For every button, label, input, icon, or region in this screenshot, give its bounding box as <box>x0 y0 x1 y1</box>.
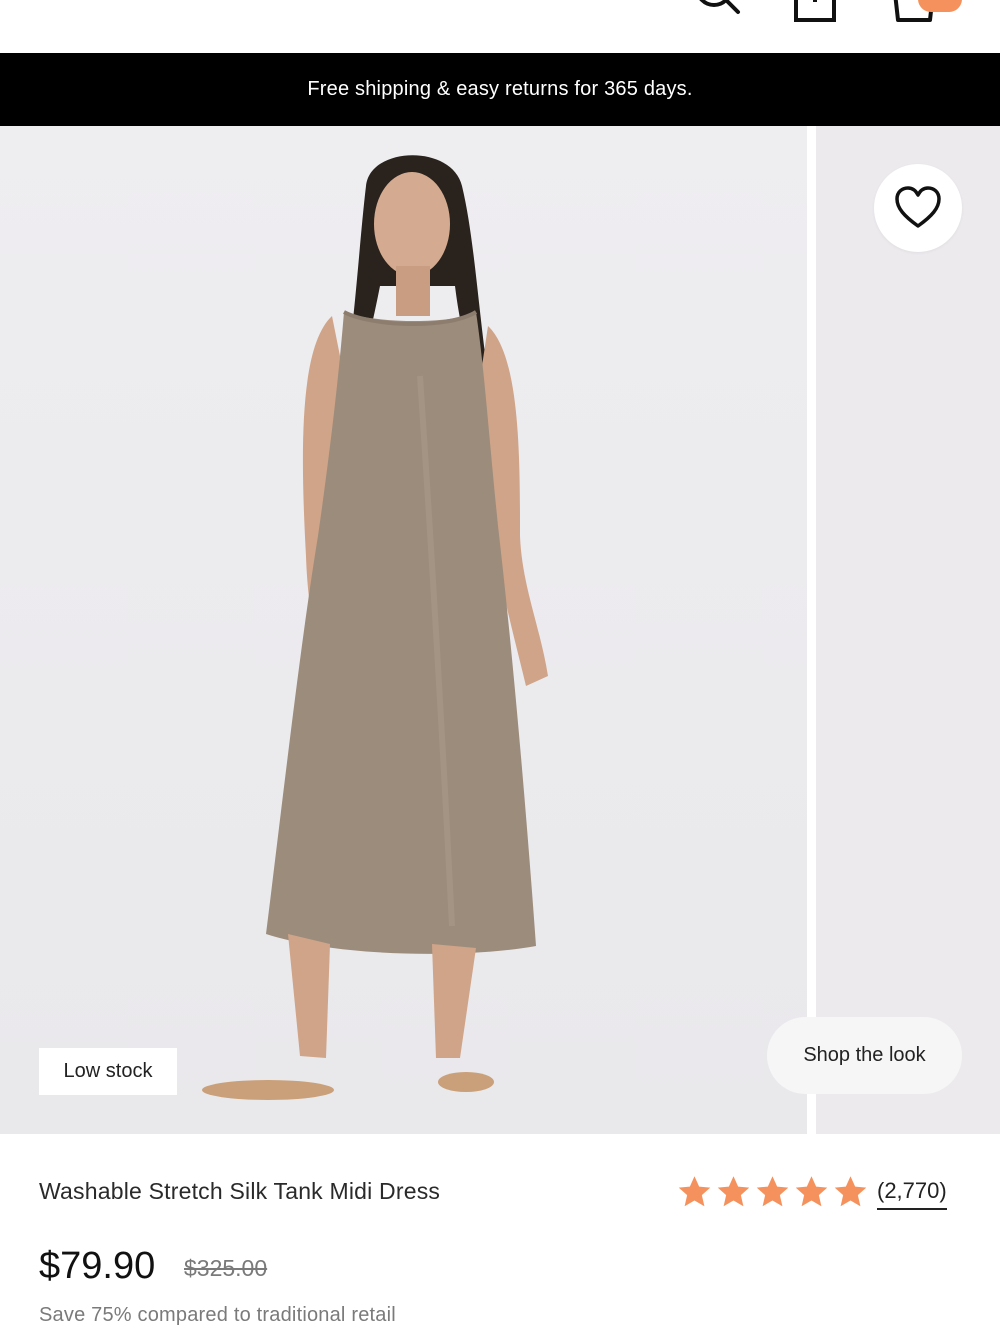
star-rating[interactable] <box>676 1174 869 1210</box>
product-info: Washable Stretch Silk Tank Midi Dress (2… <box>0 1134 1000 1333</box>
review-count-link[interactable]: (2,770) <box>877 1178 947 1210</box>
share-icon[interactable] <box>790 0 840 24</box>
shop-the-look-label: Shop the look <box>803 1044 926 1066</box>
cart-count-badge[interactable] <box>918 0 962 12</box>
star-icon <box>717 1176 750 1207</box>
product-image[interactable] <box>0 126 807 1134</box>
original-price: $325.00 <box>184 1255 268 1281</box>
favorite-button[interactable] <box>874 164 962 252</box>
savings-text: Save 75% compared to traditional retail <box>39 1304 396 1326</box>
next-product-image[interactable] <box>816 126 1000 1134</box>
product-image-gallery[interactable]: Low stock Shop the look <box>0 126 1000 1134</box>
model-photo <box>202 155 548 1100</box>
product-title: Washable Stretch Silk Tank Midi Dress <box>39 1178 441 1204</box>
arrow-left-icon[interactable] <box>30 0 100 24</box>
heart-icon <box>895 186 941 228</box>
star-icon <box>834 1176 867 1207</box>
promo-banner: Free shipping & easy returns for 365 day… <box>0 53 1000 126</box>
low-stock-label: Low stock <box>63 1060 153 1082</box>
sale-price: $79.90 <box>39 1245 156 1287</box>
promo-banner-text: Free shipping & easy returns for 365 day… <box>307 78 693 100</box>
star-icon <box>756 1176 789 1207</box>
shop-the-look-button[interactable]: Shop the look <box>767 1017 962 1094</box>
gallery-slide-divider <box>807 126 816 1134</box>
top-nav-bar <box>0 0 1000 53</box>
low-stock-badge: Low stock <box>39 1048 177 1095</box>
search-icon[interactable] <box>690 0 746 24</box>
star-icon <box>795 1176 828 1207</box>
star-icon <box>678 1176 711 1207</box>
